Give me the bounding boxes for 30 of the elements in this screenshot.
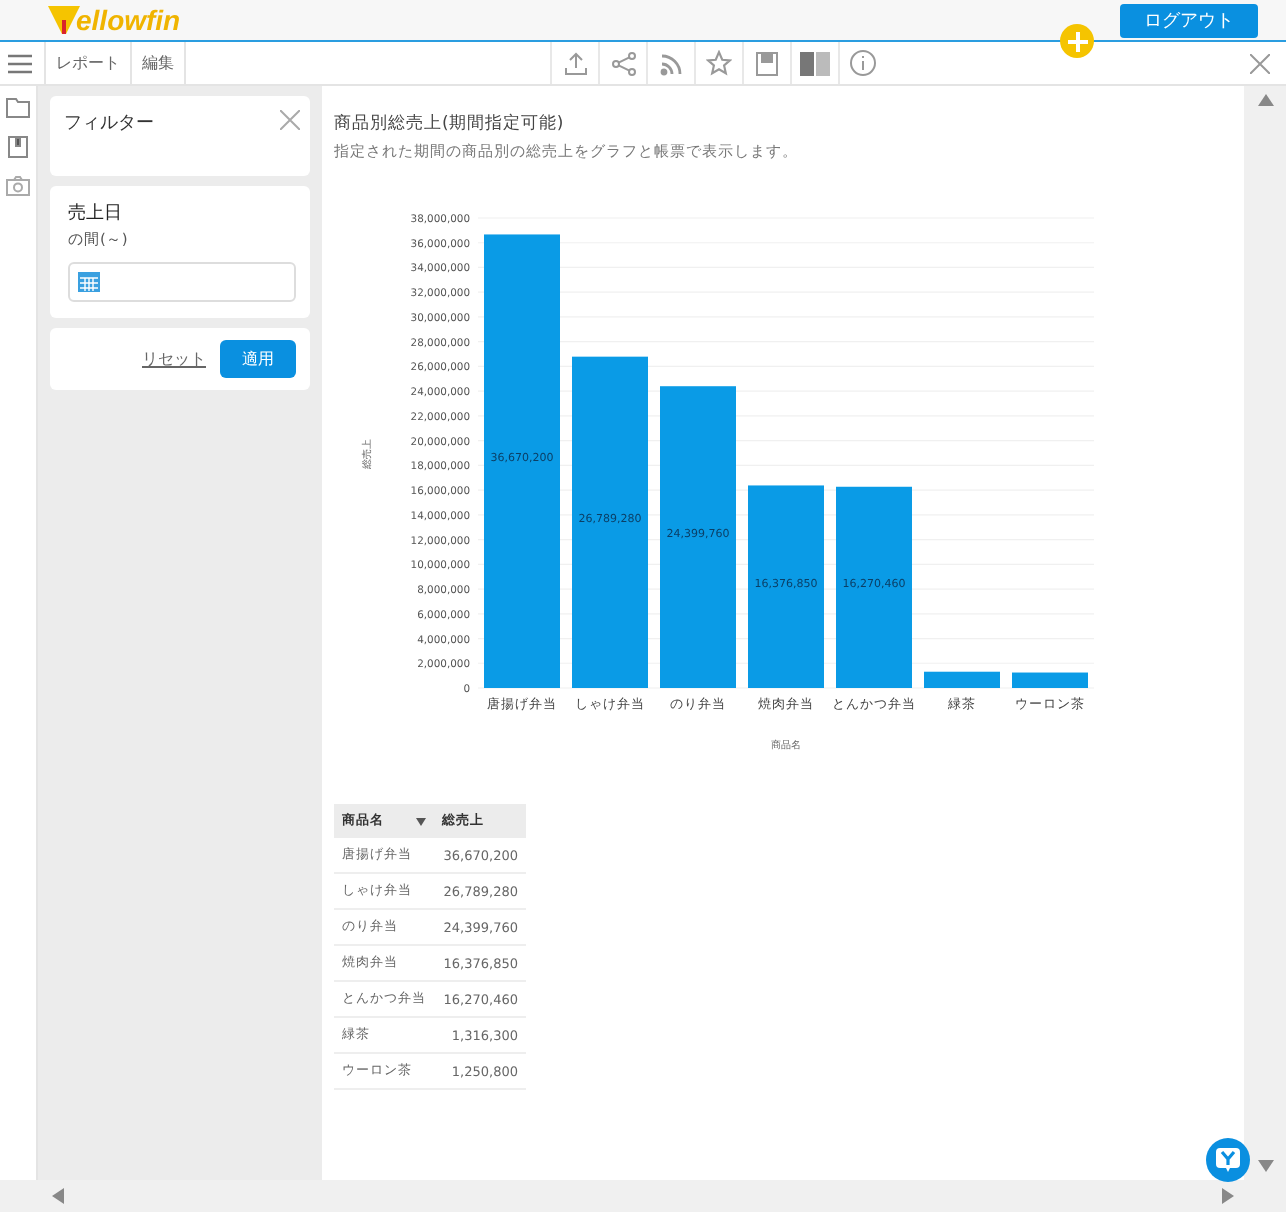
logout-button[interactable]: ログアウト: [1120, 3, 1258, 37]
scroll-right-icon[interactable]: [1222, 1188, 1234, 1204]
reset-link[interactable]: リセット: [142, 348, 206, 370]
chat-button[interactable]: [1206, 1138, 1250, 1182]
camera-icon[interactable]: [6, 176, 30, 196]
chat-icon[interactable]: [1216, 1148, 1240, 1172]
close-icon[interactable]: [1250, 53, 1270, 73]
scroll-up-icon[interactable]: [1257, 94, 1273, 106]
toolbar-tab[interactable]: レポート: [44, 42, 130, 84]
calendar-icon[interactable]: [78, 272, 100, 292]
toolbar-tab[interactable]: 編集: [130, 42, 186, 84]
scroll-down-icon[interactable]: [1257, 1160, 1273, 1172]
date-field[interactable]: [68, 262, 296, 302]
field-label: 売上日: [68, 201, 124, 226]
report-title: 商品別総売上(期間指定可能): [334, 112, 566, 136]
bookmark-icon[interactable]: [8, 136, 28, 158]
plus-icon[interactable]: [1067, 31, 1087, 51]
scrollbar[interactable]: [1244, 86, 1286, 1180]
close-icon[interactable]: [280, 110, 300, 130]
folder-icon[interactable]: [6, 98, 30, 118]
logo-icon: [48, 6, 80, 34]
sort-icon[interactable]: [416, 817, 426, 825]
apply-button[interactable]: 適用: [220, 340, 296, 378]
menu-icon[interactable]: [8, 53, 32, 73]
scroll-left-icon[interactable]: [52, 1188, 64, 1204]
bar: [1012, 672, 1088, 688]
logo-text: ellowfin: [76, 4, 181, 36]
scrollbar[interactable]: [0, 1180, 1286, 1212]
filter-title: フィルター: [64, 112, 154, 136]
bar: [924, 671, 1000, 688]
